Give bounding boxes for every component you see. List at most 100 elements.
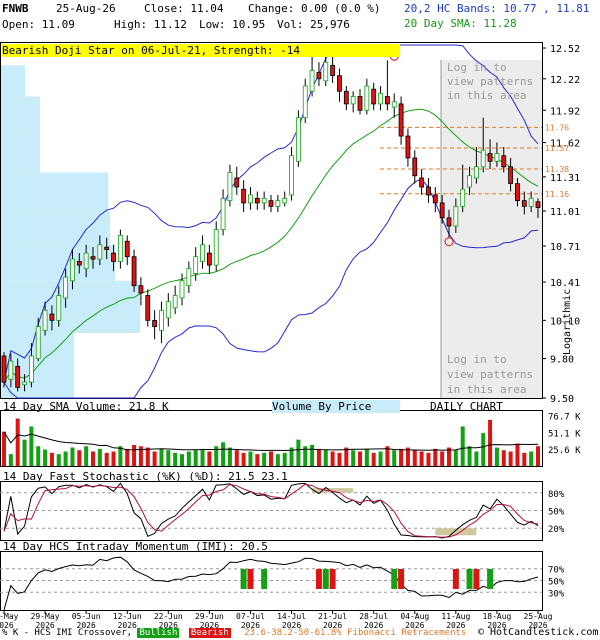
candle-body <box>97 244 103 260</box>
volume-bar <box>166 450 171 466</box>
login-line-2: view patterns <box>447 368 534 381</box>
volume-bar <box>173 452 178 466</box>
x-tick-label: 11-Aug <box>441 612 470 621</box>
volume-bar <box>440 451 445 466</box>
volume-bar <box>255 454 260 466</box>
volume-bar <box>453 450 458 466</box>
candle-body <box>172 295 178 309</box>
candle-body <box>131 256 137 287</box>
volume-bar <box>104 452 109 466</box>
crossover-marker <box>329 569 336 589</box>
candle-body <box>391 101 397 108</box>
volume-bar <box>522 452 527 466</box>
x-tick-label: 14-Jul <box>277 612 306 621</box>
volume-bar <box>97 448 102 466</box>
candle-body <box>412 157 418 177</box>
candle-body <box>220 197 226 230</box>
x-tick-label: 29-Jun <box>195 612 224 621</box>
volume-bar <box>152 451 157 466</box>
price-tick-label: 12.52 <box>550 44 580 55</box>
daily-chart-label: DAILY CHART <box>430 400 503 413</box>
candle-body <box>535 201 541 208</box>
candle-body <box>378 92 383 105</box>
volume-bar <box>412 450 417 466</box>
candle-body <box>289 155 294 196</box>
crossover-marker <box>452 569 459 589</box>
candle-body <box>508 166 514 185</box>
crossover-marker <box>240 569 247 589</box>
candle-body <box>494 153 500 162</box>
candle-body <box>460 188 466 207</box>
volume-sma-line <box>3 431 539 452</box>
crossover-marker <box>315 569 322 589</box>
candle-body <box>350 96 356 105</box>
candle-body <box>63 276 69 299</box>
candle-body <box>398 103 404 137</box>
volume-by-price-bar <box>0 133 40 173</box>
login-line-1: Log in to <box>447 353 507 366</box>
crossover-marker <box>322 569 329 589</box>
volume-panel-title: 14 Day SMA Volume: 21.8 K <box>3 400 169 413</box>
volume-bar <box>207 451 212 466</box>
price-tick-label: 10.41 <box>550 278 580 289</box>
login-notice-bottom[interactable]: Log in to view patterns in this area <box>447 352 533 397</box>
volume-bar <box>145 447 150 466</box>
login-line-2: view patterns <box>447 75 534 88</box>
candle-body <box>343 90 349 105</box>
candle-body <box>90 256 96 260</box>
fibonacci-label: 11.38 <box>545 165 569 174</box>
volume-bar <box>323 450 328 466</box>
volume-bar <box>180 454 184 466</box>
volume-by-price-bar <box>0 65 25 97</box>
candle-body <box>165 301 171 319</box>
copyright: © HotCandlestick.com <box>478 627 599 638</box>
fibonacci-label: 11.57 <box>545 144 569 153</box>
candle-body <box>179 280 185 299</box>
fibonacci-label: 23.6-38.2-50-61.8% Fibonacci Retracement… <box>244 628 467 638</box>
volume-bar <box>221 442 226 466</box>
volume-bar <box>227 447 232 466</box>
volume-bar <box>467 446 472 466</box>
candle-body <box>254 197 260 204</box>
volume-bar <box>248 451 253 466</box>
candle-body <box>1 355 7 383</box>
candle-body <box>200 244 205 262</box>
volume-bar <box>282 452 287 466</box>
volume-by-price-bar <box>0 172 108 213</box>
candle-body <box>432 194 438 204</box>
candle-body <box>419 177 425 188</box>
candle-body <box>152 319 158 328</box>
volume-by-price-bar <box>0 212 110 245</box>
oversold-zone <box>435 528 477 536</box>
x-tick-label: 29-May <box>31 612 60 621</box>
volume-bar <box>501 450 506 466</box>
candle-body <box>35 326 41 359</box>
volume-bar <box>70 447 75 466</box>
candle-body <box>213 229 219 266</box>
candle-body <box>405 135 411 159</box>
candle-body <box>302 85 308 119</box>
volume-bar <box>49 452 54 466</box>
candle-body <box>309 70 315 92</box>
candle-body <box>371 88 377 105</box>
login-notice-top[interactable]: Log in to view patterns in this area <box>447 61 533 103</box>
logarithmic-label: Logarithmic <box>562 288 573 355</box>
x-tick-label: 18-Aug <box>482 612 511 621</box>
crossover-marker <box>487 569 494 589</box>
candle-body <box>446 217 452 227</box>
volume-bar <box>193 450 198 466</box>
volume-bar <box>330 451 335 466</box>
volume-bar <box>159 448 164 466</box>
volume-bar <box>474 451 479 466</box>
volume-bar <box>56 454 61 466</box>
volume-bar <box>111 451 116 466</box>
volume-tick-label: 51.1 K <box>548 429 581 439</box>
candle-body <box>241 188 247 204</box>
imi-panel-title: 14 Day HCS Intraday Momentum (IMI): 20.5 <box>3 540 268 553</box>
volume-bar <box>36 446 41 466</box>
volume-by-price-bar <box>0 280 140 318</box>
volume-bar <box>29 426 34 466</box>
candle-body <box>22 381 27 386</box>
stochastic-tick-label: 50% <box>548 508 565 518</box>
pattern-banner: Bearish Doji Star on 06-Jul-21, Strength… <box>2 44 400 57</box>
